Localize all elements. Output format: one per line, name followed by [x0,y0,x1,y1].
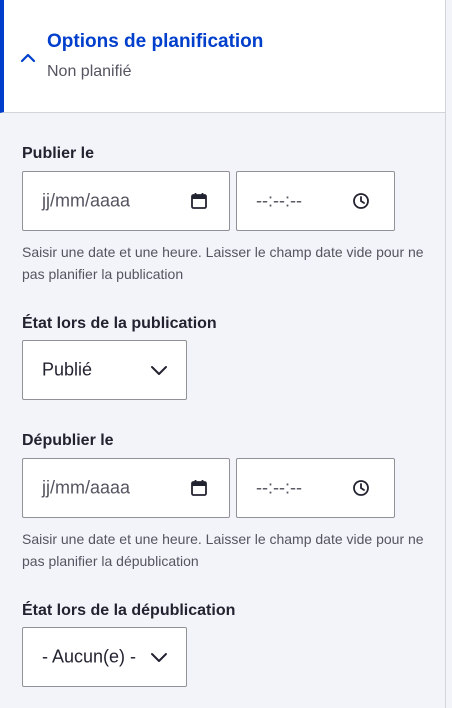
chevron-down-icon [151,653,167,662]
calendar-icon[interactable] [189,478,209,498]
publish-state-select[interactable]: Publié [22,340,187,400]
unpublish-date-label: Dépublier le [22,432,114,449]
chevron-down-icon [151,366,167,375]
unpublish-time-input[interactable]: --:--:-- [236,458,395,518]
unpublish-time-placeholder: --:--:-- [256,477,302,498]
publish-time-placeholder: --:--:-- [256,190,302,211]
clock-icon[interactable] [351,478,371,498]
summary-title[interactable]: Options de planification [47,31,263,53]
scheduling-options-summary[interactable]: Options de planification Non planifié [0,0,445,113]
publish-state-label: État lors de la publication [22,315,217,332]
chevron-up-icon [20,53,36,63]
publish-time-input[interactable]: --:--:-- [236,171,395,231]
unpublish-state-label: État lors de la dépublication [22,602,236,619]
summary-subtitle: Non planifié [47,63,132,80]
publish-description: Saisir une date et une heure. Laisser le… [22,244,424,282]
unpublish-state-value: - Aucun(e) - [42,646,137,667]
unpublish-date-placeholder: jj/mm/aaaa [42,477,131,498]
calendar-icon[interactable] [189,191,209,211]
scheduling-options-panel: Options de planification Non planifié Pu… [0,0,446,708]
publish-date-placeholder: jj/mm/aaaa [42,190,131,211]
unpublish-date-input[interactable]: jj/mm/aaaa [22,458,230,518]
publish-date-label: Publier le [22,145,95,162]
publish-date-input[interactable]: jj/mm/aaaa [22,171,230,231]
unpublish-state-select[interactable]: - Aucun(e) - [22,627,187,687]
clock-icon[interactable] [351,191,371,211]
publish-state-value: Publié [42,359,93,380]
unpublish-description: Saisir une date et une heure. Laisser le… [22,531,424,569]
